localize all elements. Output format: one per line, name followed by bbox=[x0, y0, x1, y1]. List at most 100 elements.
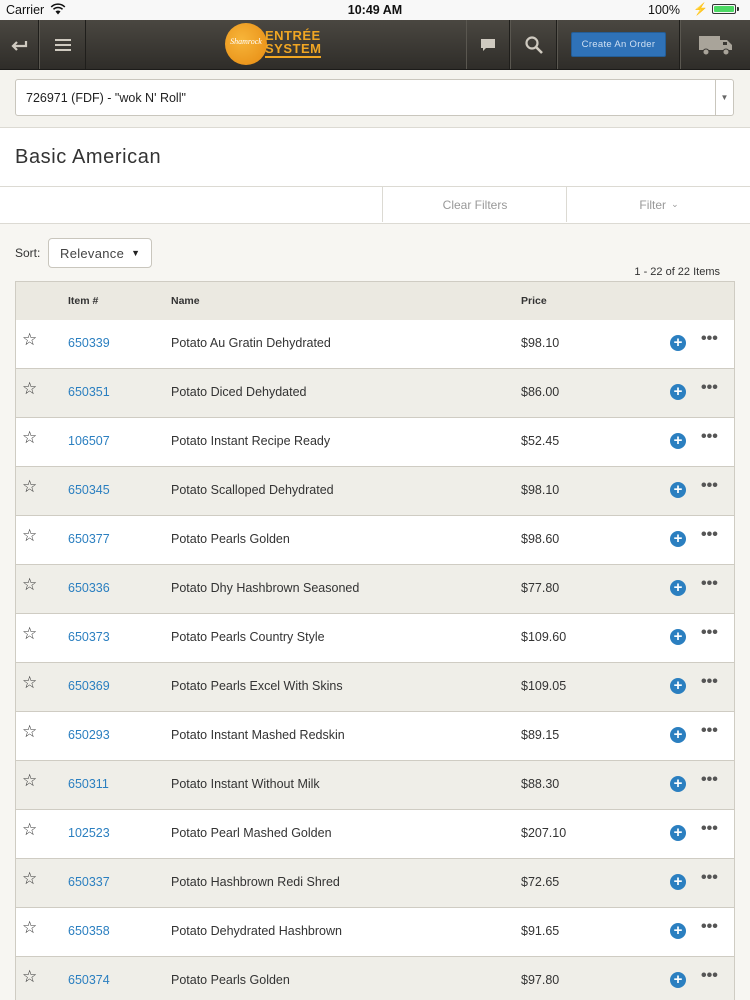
clear-filters-button[interactable]: Clear Filters bbox=[382, 187, 567, 222]
truck-icon bbox=[698, 35, 732, 55]
more-options-icon[interactable]: ••• bbox=[701, 869, 718, 887]
item-price: $109.05 bbox=[521, 679, 567, 693]
more-options-icon[interactable]: ••• bbox=[701, 477, 718, 495]
item-number-link[interactable]: 650369 bbox=[68, 679, 110, 693]
item-number-link[interactable]: 650337 bbox=[68, 875, 110, 889]
favorite-star-icon[interactable]: ☆ bbox=[22, 625, 37, 643]
item-price: $52.45 bbox=[521, 434, 560, 448]
favorite-star-icon[interactable]: ☆ bbox=[22, 821, 37, 839]
table-row[interactable]: ☆ 650336 Potato Dhy Hashbrown Seasoned $77.… bbox=[16, 565, 734, 614]
entree-system-logo[interactable]: Shamrock ENTRÉE SYSTEM bbox=[225, 23, 327, 66]
table-row[interactable]: ☆ 650374 Potato Pearls Golden $97.80 + ••• bbox=[16, 957, 734, 1000]
favorite-star-icon[interactable]: ☆ bbox=[22, 723, 37, 741]
messages-button[interactable] bbox=[466, 20, 510, 69]
add-to-order-icon[interactable]: + bbox=[670, 972, 686, 988]
back-icon bbox=[11, 40, 28, 51]
more-options-icon[interactable]: ••• bbox=[701, 771, 718, 789]
column-header-item[interactable]: Item # bbox=[68, 295, 98, 307]
item-number-link[interactable]: 650374 bbox=[68, 973, 110, 987]
table-row[interactable]: ☆ 650339 Potato Au Gratin Dehydrated $98.10… bbox=[16, 320, 734, 369]
favorite-star-icon[interactable]: ☆ bbox=[22, 429, 37, 447]
add-to-order-icon[interactable]: + bbox=[670, 678, 686, 694]
favorite-star-icon[interactable]: ☆ bbox=[22, 331, 37, 349]
item-number-link[interactable]: 650336 bbox=[68, 581, 110, 595]
item-number-link[interactable]: 650373 bbox=[68, 630, 110, 644]
add-to-order-icon[interactable]: + bbox=[670, 727, 686, 743]
item-number-link[interactable]: 650339 bbox=[68, 336, 110, 350]
products-table: Item # Name Price ☆ 650339 Potato Au Grati… bbox=[15, 281, 735, 1000]
filter-bar: Clear Filters Filter ⌄ bbox=[0, 187, 750, 224]
more-options-icon[interactable]: ••• bbox=[701, 918, 718, 936]
menu-icon bbox=[54, 38, 71, 51]
item-number-link[interactable]: 106507 bbox=[68, 434, 110, 448]
table-row[interactable]: ☆ 650293 Potato Instant Mashed Redskin $89.… bbox=[16, 712, 734, 761]
more-options-icon[interactable]: ••• bbox=[701, 624, 718, 642]
favorite-star-icon[interactable]: ☆ bbox=[22, 772, 37, 790]
column-header-price[interactable]: Price bbox=[521, 295, 547, 307]
more-options-icon[interactable]: ••• bbox=[701, 673, 718, 691]
item-number-link[interactable]: 650311 bbox=[68, 777, 109, 791]
add-to-order-icon[interactable]: + bbox=[670, 874, 686, 890]
logo-word-bottom: SYSTEM bbox=[265, 41, 322, 58]
table-row[interactable]: ☆ 650345 Potato Scalloped Dehydrated $98.10… bbox=[16, 467, 734, 516]
favorite-star-icon[interactable]: ☆ bbox=[22, 674, 37, 692]
account-select[interactable]: 726971 (FDF) - "wok N' Roll" ▼ bbox=[15, 79, 734, 116]
add-to-order-icon[interactable]: + bbox=[670, 433, 686, 449]
item-number-link[interactable]: 650377 bbox=[68, 532, 110, 546]
add-to-order-icon[interactable]: + bbox=[670, 629, 686, 645]
table-row[interactable]: ☆ 650373 Potato Pearls Country Style $109.6… bbox=[16, 614, 734, 663]
more-options-icon[interactable]: ••• bbox=[701, 820, 718, 838]
add-to-order-icon[interactable]: + bbox=[670, 580, 686, 596]
logo-script: Shamrock bbox=[230, 37, 262, 46]
favorite-star-icon[interactable]: ☆ bbox=[22, 968, 37, 986]
item-number-link[interactable]: 650293 bbox=[68, 728, 110, 742]
add-to-order-icon[interactable]: + bbox=[670, 923, 686, 939]
add-to-order-icon[interactable]: + bbox=[670, 825, 686, 841]
item-name: Potato Instant Without Milk bbox=[171, 777, 320, 791]
item-number-link[interactable]: 650358 bbox=[68, 924, 110, 938]
table-row[interactable]: ☆ 650337 Potato Hashbrown Redi Shred $72.65… bbox=[16, 859, 734, 908]
create-order-button[interactable]: Create An Order bbox=[571, 32, 666, 57]
more-options-icon[interactable]: ••• bbox=[701, 967, 718, 985]
table-row[interactable]: ☆ 650369 Potato Pearls Excel With Skins $10… bbox=[16, 663, 734, 712]
favorite-star-icon[interactable]: ☆ bbox=[22, 870, 37, 888]
add-to-order-icon[interactable]: + bbox=[670, 776, 686, 792]
more-options-icon[interactable]: ••• bbox=[701, 379, 718, 397]
more-options-icon[interactable]: ••• bbox=[701, 722, 718, 740]
item-price: $97.80 bbox=[521, 973, 560, 987]
favorite-star-icon[interactable]: ☆ bbox=[22, 478, 37, 496]
back-button[interactable] bbox=[0, 20, 39, 69]
item-name: Potato Dhy Hashbrown Seasoned bbox=[171, 581, 360, 595]
table-row[interactable]: ☆ 650377 Potato Pearls Golden $98.60 + ••• bbox=[16, 516, 734, 565]
item-number-link[interactable]: 650351 bbox=[68, 385, 110, 399]
add-to-order-icon[interactable]: + bbox=[670, 384, 686, 400]
favorite-star-icon[interactable]: ☆ bbox=[22, 527, 37, 545]
item-number-link[interactable]: 650345 bbox=[68, 483, 110, 497]
more-options-icon[interactable]: ••• bbox=[701, 526, 718, 544]
table-row[interactable]: ☆ 650311 Potato Instant Without Milk $88.30… bbox=[16, 761, 734, 810]
filter-button[interactable]: Filter ⌄ bbox=[566, 187, 750, 222]
page-title-bar: Basic American bbox=[0, 128, 750, 187]
column-header-name[interactable]: Name bbox=[171, 295, 200, 307]
favorite-star-icon[interactable]: ☆ bbox=[22, 576, 37, 594]
more-options-icon[interactable]: ••• bbox=[701, 428, 718, 446]
menu-button[interactable] bbox=[39, 20, 86, 69]
table-row[interactable]: ☆ 102523 Potato Pearl Mashed Golden $207.10… bbox=[16, 810, 734, 859]
add-to-order-icon[interactable]: + bbox=[670, 531, 686, 547]
favorite-star-icon[interactable]: ☆ bbox=[22, 380, 37, 398]
favorite-star-icon[interactable]: ☆ bbox=[22, 919, 37, 937]
search-button[interactable] bbox=[510, 20, 557, 69]
more-options-icon[interactable]: ••• bbox=[701, 330, 718, 348]
app-header: Shamrock ENTRÉE SYSTEM Create An Order bbox=[0, 20, 750, 70]
add-to-order-icon[interactable]: + bbox=[670, 335, 686, 351]
sort-select[interactable]: Relevance ▼ bbox=[48, 238, 152, 268]
cart-button[interactable] bbox=[680, 20, 750, 69]
item-price: $98.60 bbox=[521, 532, 560, 546]
add-to-order-icon[interactable]: + bbox=[670, 482, 686, 498]
item-name: Potato Hashbrown Redi Shred bbox=[171, 875, 340, 889]
more-options-icon[interactable]: ••• bbox=[701, 575, 718, 593]
table-row[interactable]: ☆ 650351 Potato Diced Dehydated $86.00 + ••• bbox=[16, 369, 734, 418]
table-row[interactable]: ☆ 106507 Potato Instant Recipe Ready $52.45… bbox=[16, 418, 734, 467]
item-number-link[interactable]: 102523 bbox=[68, 826, 110, 840]
table-row[interactable]: ☆ 650358 Potato Dehydrated Hashbrown $91.65… bbox=[16, 908, 734, 957]
